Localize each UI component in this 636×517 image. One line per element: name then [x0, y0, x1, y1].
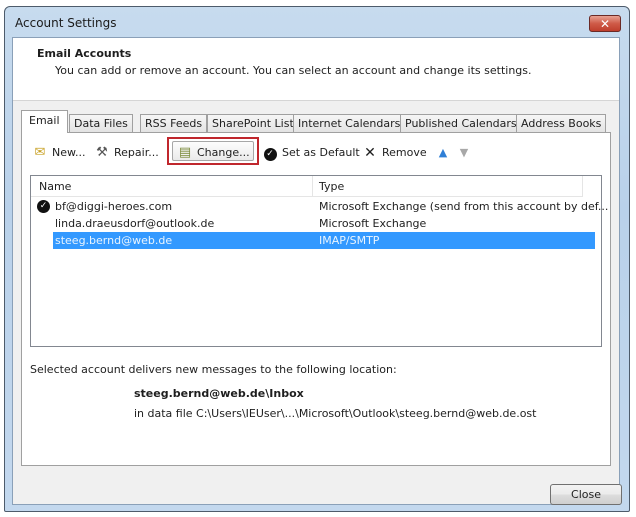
account-row[interactable]: bf@diggi-heroes.com Microsoft Exchange (… — [53, 198, 608, 215]
close-button[interactable]: Close — [550, 484, 622, 505]
close-x-icon[interactable]: ✕ — [589, 15, 621, 32]
tab-sharepoint-lists[interactable]: SharePoint Lists — [207, 114, 305, 132]
repair-tools-icon: ⚒ — [96, 145, 108, 160]
account-type: Microsoft Exchange — [319, 217, 427, 230]
section-title: Email Accounts — [37, 47, 132, 60]
tab-email[interactable]: Email — [21, 110, 68, 133]
set-as-default-label: Set as Default — [282, 146, 360, 159]
list-header: Name Type — [31, 176, 583, 197]
tab-data-files[interactable]: Data Files — [69, 114, 133, 132]
account-name: bf@diggi-heroes.com — [55, 200, 173, 213]
delivery-data-file: in data file C:\Users\IEUser\...\Microso… — [134, 407, 537, 420]
repair-button[interactable]: ⚒ Repair... — [94, 143, 159, 163]
x-icon: ✕ — [364, 145, 376, 161]
change-button-highlight — [167, 137, 259, 165]
email-tab-panel: ✉ New... ⚒ Repair... ▤ Change... ✓ Set a… — [21, 132, 611, 466]
new-account-icon: ✉ — [34, 145, 46, 160]
tab-internet-calendars[interactable]: Internet Calendars — [293, 114, 406, 132]
section-description: You can add or remove an account. You ca… — [55, 64, 532, 77]
new-label: New... — [52, 146, 86, 159]
delivery-folder-path: steeg.bernd@web.de\Inbox — [134, 387, 304, 400]
column-header-type[interactable]: Type — [319, 180, 344, 193]
accounts-list: Name Type ✓ bf@diggi-heroes.com Microsof… — [30, 175, 608, 347]
set-as-default-button[interactable]: ✓ Set as Default — [262, 143, 360, 163]
default-account-check-icon: ✓ — [37, 200, 50, 213]
account-type: Microsoft Exchange (send from this accou… — [319, 200, 609, 213]
arrow-down-icon: ▼ — [459, 146, 469, 159]
header-panel: Email Accounts You can add or remove an … — [13, 38, 619, 101]
account-name: linda.draeusdorf@outlook.de — [55, 217, 215, 230]
repair-label: Repair... — [114, 146, 159, 159]
account-type: IMAP/SMTP — [319, 234, 380, 247]
column-header-name[interactable]: Name — [39, 180, 71, 193]
toolbar: ✉ New... ⚒ Repair... ▤ Change... ✓ Set a… — [32, 137, 592, 165]
account-settings-window: Account Settings ✕ Email Accounts You ca… — [4, 6, 630, 512]
remove-label: Remove — [382, 146, 427, 159]
move-down-button[interactable]: ▼ — [456, 143, 472, 163]
column-divider — [582, 176, 583, 196]
delivery-label: Selected account delivers new messages t… — [30, 363, 397, 376]
arrow-up-icon: ▲ — [438, 146, 448, 159]
tab-published-calendars[interactable]: Published Calendars — [400, 114, 522, 132]
checkmark-circle-icon: ✓ — [262, 145, 278, 161]
dialog-client-area: Email Accounts You can add or remove an … — [12, 37, 622, 505]
title-bar[interactable]: Account Settings ✕ — [5, 7, 629, 37]
account-row-selected[interactable]: steeg.bernd@web.de IMAP/SMTP — [53, 232, 595, 249]
account-name: steeg.bernd@web.de — [55, 234, 173, 247]
account-row[interactable]: linda.draeusdorf@outlook.de Microsoft Ex… — [53, 215, 595, 232]
remove-button[interactable]: ✕ Remove — [362, 143, 427, 163]
move-up-button[interactable]: ▲ — [435, 143, 451, 163]
column-divider[interactable] — [312, 176, 313, 196]
new-button[interactable]: ✉ New... — [32, 143, 86, 163]
window-title: Account Settings — [15, 16, 117, 30]
tab-address-books[interactable]: Address Books — [516, 114, 607, 132]
tab-rss-feeds[interactable]: RSS Feeds — [140, 114, 208, 132]
